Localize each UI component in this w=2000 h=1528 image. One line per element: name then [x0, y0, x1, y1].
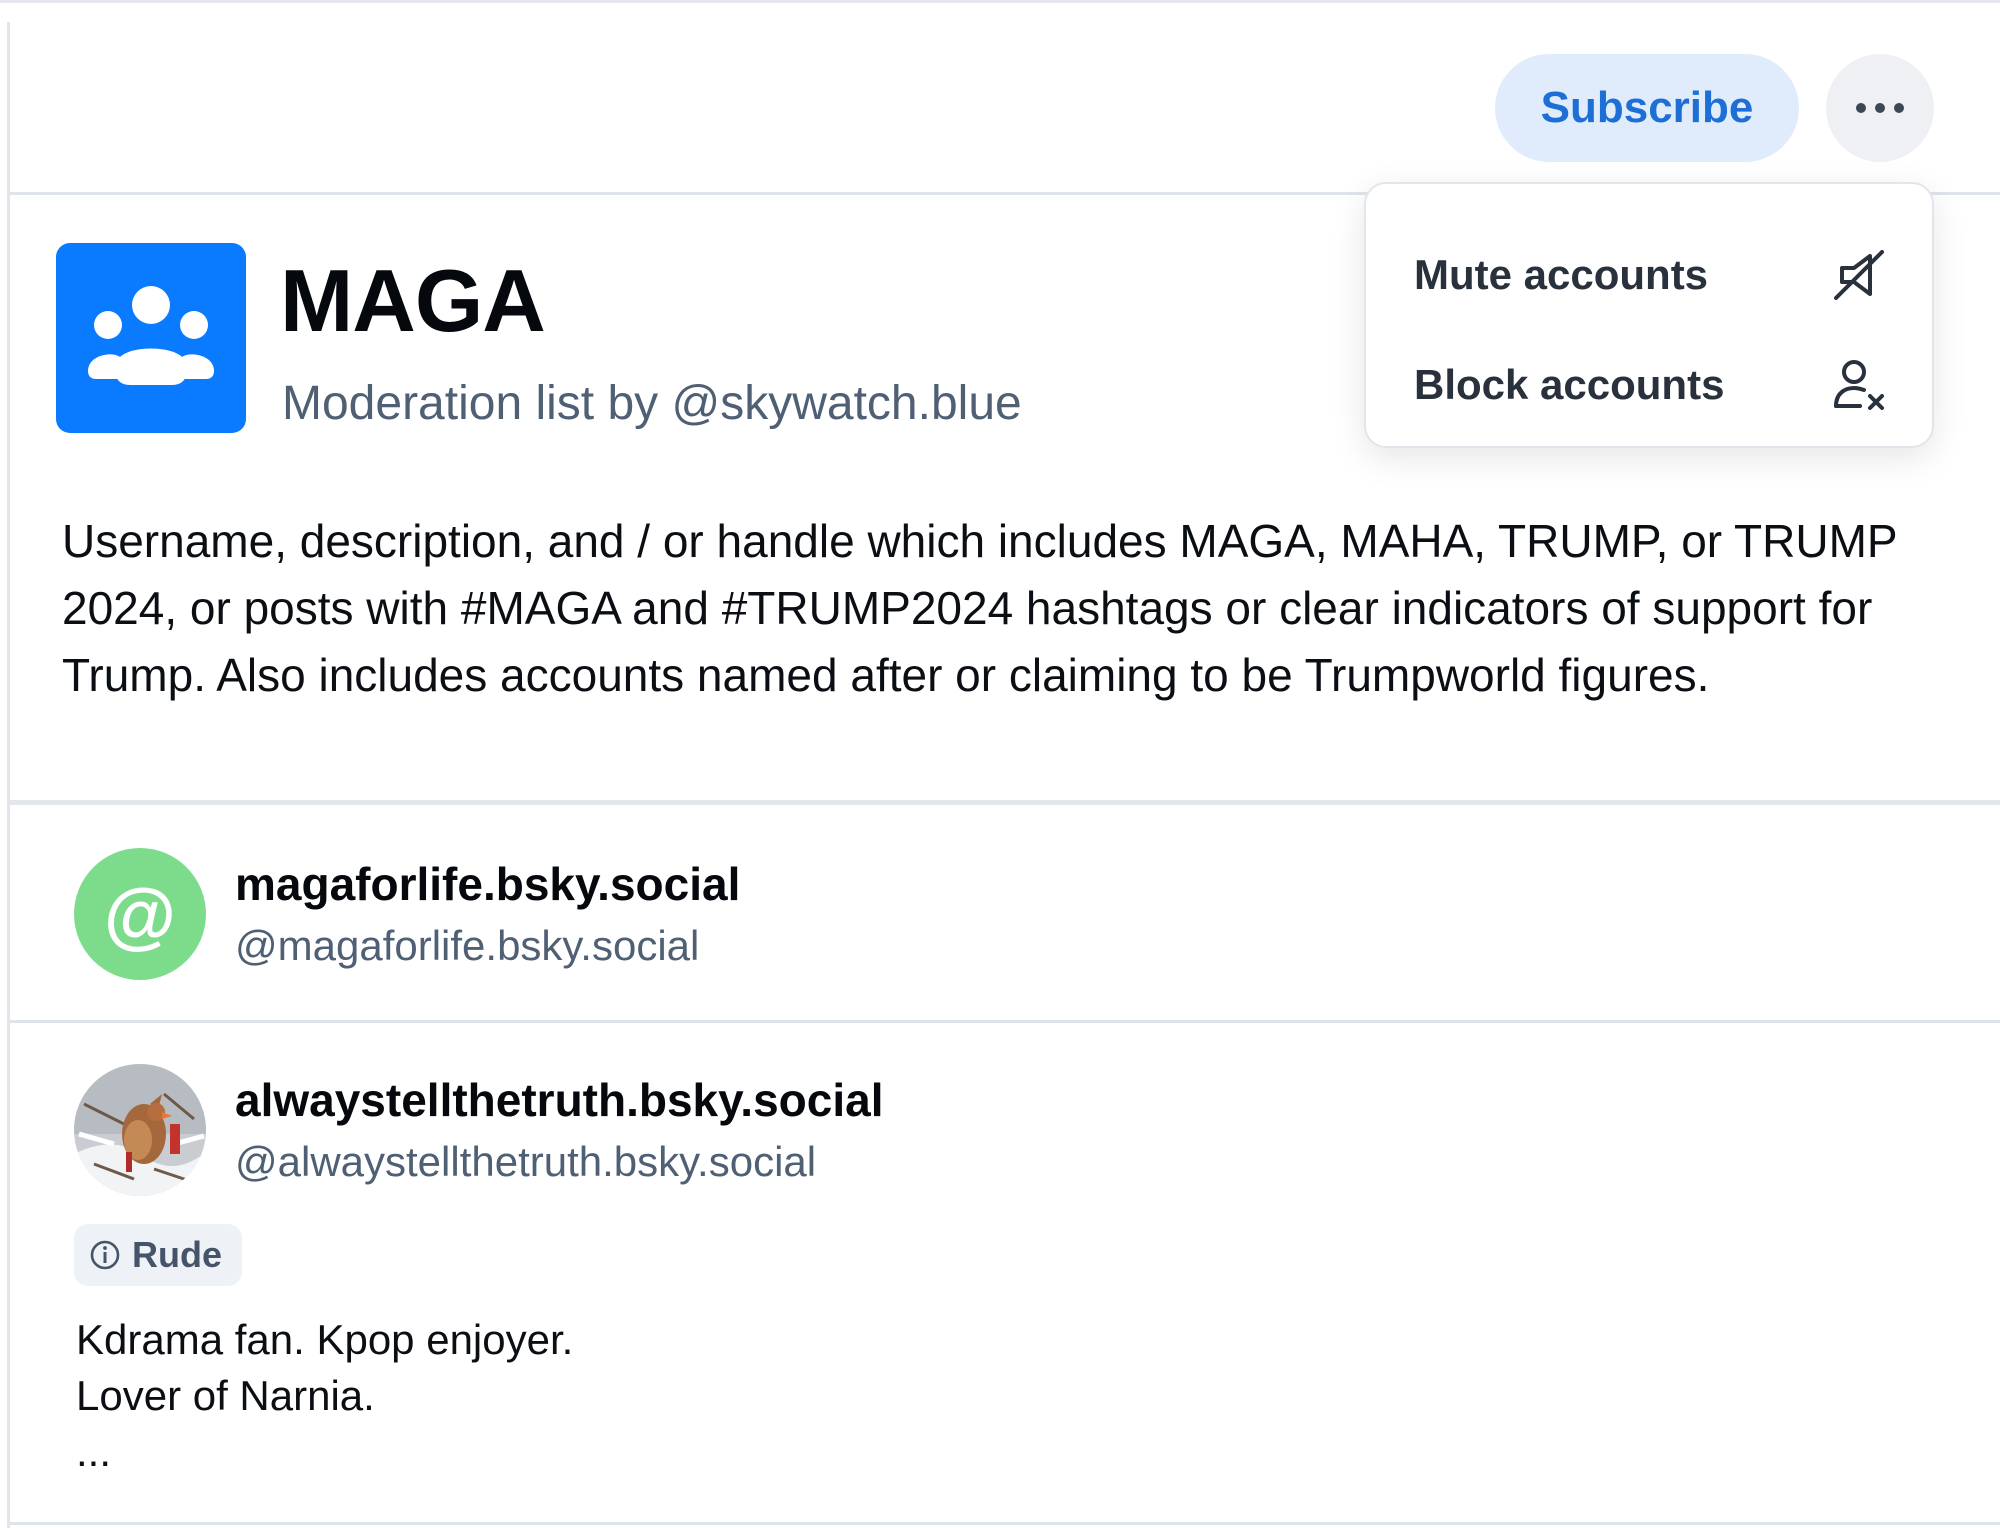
menu-item-block-accounts[interactable]: Block accounts: [1366, 330, 1932, 440]
description-divider: [10, 800, 2000, 805]
account-divider: [10, 1020, 2000, 1023]
list-subtitle[interactable]: Moderation list by @skywatch.blue: [282, 372, 1022, 436]
top-border: [0, 0, 2000, 3]
list-avatar: [56, 243, 246, 433]
block-user-icon: [1834, 360, 1884, 410]
account-handle[interactable]: @magaforlife.bsky.social: [235, 918, 699, 974]
account-avatar[interactable]: @: [74, 848, 206, 980]
menu-item-label: Block accounts: [1414, 361, 1725, 408]
bio-line: Lover of Narnia.: [76, 1372, 375, 1419]
mute-icon: [1834, 250, 1884, 300]
users-group-icon: [88, 286, 214, 385]
left-border: [7, 22, 10, 1528]
account-display-name[interactable]: alwaystellthetruth.bsky.social: [235, 1070, 884, 1130]
moderation-list-page: Subscribe MAGA Moderation list by @skywa…: [0, 0, 2000, 1528]
bottom-divider: [10, 1522, 2000, 1525]
menu-item-label: Mute accounts: [1414, 251, 1709, 298]
label-text: Rude: [132, 1234, 222, 1275]
bio-line: Kdrama fan. Kpop enjoyer.: [76, 1316, 574, 1363]
list-title: MAGA: [280, 251, 546, 350]
list-description: Username, description, and / or handle w…: [62, 515, 1897, 701]
more-options-button[interactable]: [1826, 54, 1934, 162]
menu-item-mute-accounts[interactable]: Mute accounts: [1366, 220, 1932, 330]
account-display-name[interactable]: magaforlife.bsky.social: [235, 854, 740, 914]
account-handle[interactable]: @alwaystellthetruth.bsky.social: [235, 1134, 816, 1190]
ellipsis-icon: [1856, 103, 1904, 113]
at-sign-icon: @: [103, 872, 177, 956]
subscribe-button[interactable]: Subscribe: [1495, 54, 1799, 162]
list-options-menu: Mute accounts Block accounts: [1364, 182, 1934, 448]
bio-line: ...: [76, 1428, 112, 1475]
cardinal-bird-photo: [74, 1064, 206, 1196]
info-icon: [90, 1240, 120, 1270]
account-avatar[interactable]: [74, 1064, 206, 1196]
moderation-label-badge[interactable]: Rude: [74, 1224, 242, 1286]
